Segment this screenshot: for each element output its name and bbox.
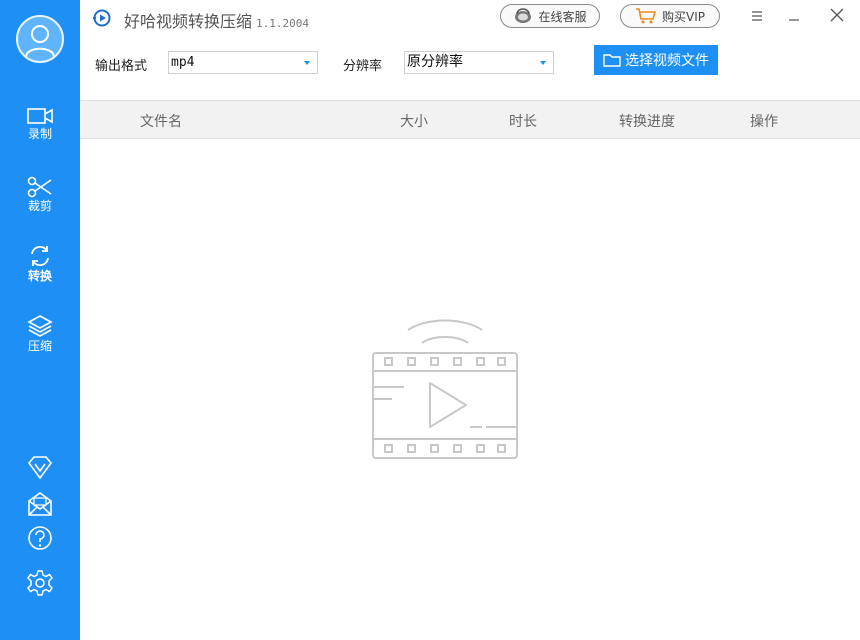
sidebar-item-label: 转换 xyxy=(27,269,52,283)
chevron-down-icon xyxy=(304,61,310,65)
help-icon[interactable] xyxy=(26,524,54,552)
camera-icon xyxy=(27,108,53,124)
resolution-select[interactable]: 原分辨率 xyxy=(404,51,554,74)
close-icon xyxy=(830,8,844,22)
vip-diamond-icon[interactable] xyxy=(26,454,54,482)
headset-icon xyxy=(515,8,532,23)
column-header-size: 大小 xyxy=(400,114,428,130)
convert-icon xyxy=(31,245,49,267)
format-select-value: mp4 xyxy=(171,55,195,70)
buy-vip-button[interactable]: 购买VIP xyxy=(620,4,720,28)
app-title: 好哈视频转换压缩 1.1.2004 xyxy=(124,8,309,32)
empty-video-icon xyxy=(372,319,518,459)
toolbar: 输出格式 mp4 分辨率 原分辨率 选择视频文件 xyxy=(80,36,860,100)
app-logo-icon xyxy=(93,9,111,27)
menu-button[interactable] xyxy=(747,8,767,28)
column-header-actions: 操作 xyxy=(750,114,778,130)
title-bar: 好哈视频转换压缩 1.1.2004 在线客服 购买VIP xyxy=(80,0,860,36)
sidebar-item-compress[interactable]: 压缩 xyxy=(0,314,80,353)
layers-icon xyxy=(27,315,53,337)
app-version: 1.1.2004 xyxy=(256,17,309,30)
cart-icon xyxy=(636,8,657,24)
sidebar-item-record[interactable]: 录制 xyxy=(0,106,80,141)
sidebar: 录制 裁剪 转换 压缩 xyxy=(0,0,80,640)
sidebar-item-label: 压缩 xyxy=(27,339,52,353)
resolution-label: 分辨率 xyxy=(343,59,383,74)
folder-icon xyxy=(603,54,621,67)
column-header-duration: 时长 xyxy=(509,114,537,130)
format-label: 输出格式 xyxy=(95,59,148,74)
online-support-button[interactable]: 在线客服 xyxy=(500,4,600,28)
resolution-select-value: 原分辨率 xyxy=(407,54,463,70)
column-header-progress: 转换进度 xyxy=(619,114,675,130)
chevron-down-icon xyxy=(540,61,546,65)
file-table-header: 文件名 大小 时长 转换进度 操作 xyxy=(80,100,860,139)
format-select[interactable]: mp4 xyxy=(168,51,318,74)
minimize-button[interactable] xyxy=(784,8,804,28)
choose-video-label: 选择视频文件 xyxy=(625,53,709,69)
sidebar-item-convert[interactable]: 转换 xyxy=(0,244,80,283)
hamburger-icon xyxy=(752,11,762,21)
buy-vip-label: 购买VIP xyxy=(662,9,705,24)
close-button[interactable] xyxy=(827,8,847,28)
sidebar-item-label: 录制 xyxy=(27,127,52,141)
column-header-filename: 文件名 xyxy=(140,114,182,130)
online-support-label: 在线客服 xyxy=(538,9,587,24)
user-avatar[interactable] xyxy=(16,15,64,63)
sidebar-item-label: 裁剪 xyxy=(27,199,52,213)
mail-icon[interactable] xyxy=(26,490,54,518)
choose-video-button[interactable]: 选择视频文件 xyxy=(594,45,718,75)
scissors-icon xyxy=(27,176,52,198)
minimize-icon xyxy=(789,19,799,21)
settings-icon[interactable] xyxy=(26,569,54,597)
sidebar-item-crop[interactable]: 裁剪 xyxy=(0,176,80,213)
app-title-text: 好哈视频转换压缩 xyxy=(124,12,253,31)
user-icon xyxy=(25,25,55,58)
